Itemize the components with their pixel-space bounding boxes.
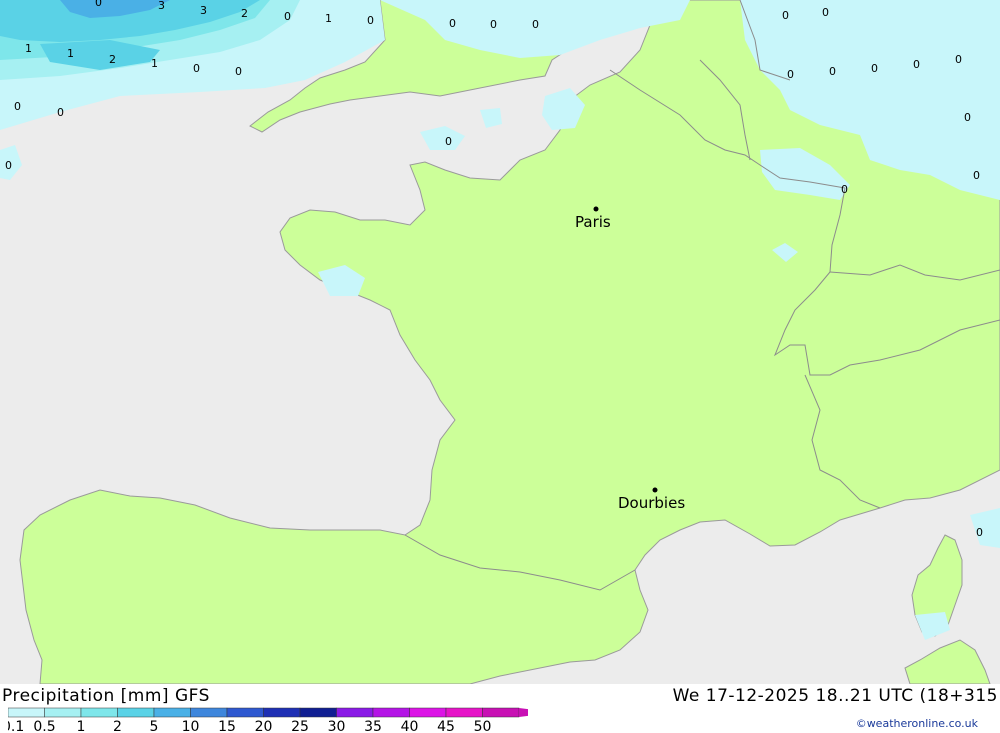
svg-text:0: 0 [57,106,64,119]
svg-text:2: 2 [241,7,248,20]
scale-swatch [372,707,410,718]
scale-label: 15 [218,719,236,733]
scale-label: 0.5 [33,719,55,733]
scale-swatch [44,707,82,718]
svg-text:0: 0 [284,10,291,23]
scale-label: 10 [182,719,200,733]
map-title: Precipitation [mm] GFS [2,686,210,706]
scale-label: 2 [113,719,122,733]
scale-label: 30 [328,719,346,733]
svg-text:0: 0 [367,14,374,27]
scale-label: 35 [364,719,382,733]
svg-text:0: 0 [871,62,878,75]
city-label-paris: Paris [575,213,611,231]
svg-text:0: 0 [964,111,971,124]
svg-text:0: 0 [449,17,456,30]
svg-text:0: 0 [95,0,102,9]
svg-text:2: 2 [109,53,116,66]
svg-text:0: 0 [235,65,242,78]
scale-swatch [153,707,191,718]
svg-text:0: 0 [14,100,21,113]
scale-swatch [80,707,118,718]
precipitation-map[interactable]: Paris Dourbies 3 3 2 0 1 0 0 0 0 1 1 2 1… [0,0,1000,684]
scale-label: 5 [150,719,159,733]
svg-text:0: 0 [193,62,200,75]
scale-label: 1 [77,719,86,733]
credit-link[interactable]: ©weatheronline.co.uk [856,717,978,730]
svg-text:1: 1 [25,42,32,55]
map-datetime: We 17-12-2025 18..21 UTC (18+315 [672,686,998,706]
scale-swatch [299,707,337,718]
svg-text:0: 0 [822,6,829,19]
scale-label: 0.1 [8,719,24,733]
scale-label: 20 [255,719,273,733]
scale-swatch [482,707,520,718]
scale-swatch [445,707,483,718]
svg-text:1: 1 [325,12,332,25]
scale-label: 40 [401,719,419,733]
scale-swatch [336,707,374,718]
svg-text:0: 0 [782,9,789,22]
scale-swatch [8,707,45,718]
scale-swatch [263,707,301,718]
svg-text:0: 0 [445,135,452,148]
color-scale: 0.10.5125101520253035404550 [8,707,528,733]
svg-text:0: 0 [973,169,980,182]
scale-swatch [409,707,447,718]
svg-text:3: 3 [158,0,165,12]
svg-text:0: 0 [532,18,539,31]
scale-swatch [117,707,155,718]
svg-text:1: 1 [67,47,74,60]
svg-text:0: 0 [841,183,848,196]
city-label-dourbies: Dourbies [618,494,685,512]
svg-text:0: 0 [913,58,920,71]
svg-text:0: 0 [955,53,962,66]
svg-text:0: 0 [829,65,836,78]
svg-text:0: 0 [5,159,12,172]
scale-arrow [519,708,528,717]
scale-label: 25 [291,719,309,733]
scale-swatch [226,707,264,718]
svg-text:0: 0 [787,68,794,81]
scale-label: 50 [474,719,492,733]
svg-text:1: 1 [151,57,158,70]
svg-text:0: 0 [976,526,983,539]
svg-text:3: 3 [200,4,207,17]
svg-text:0: 0 [490,18,497,31]
scale-label: 45 [437,719,455,733]
scale-swatch [190,707,228,718]
